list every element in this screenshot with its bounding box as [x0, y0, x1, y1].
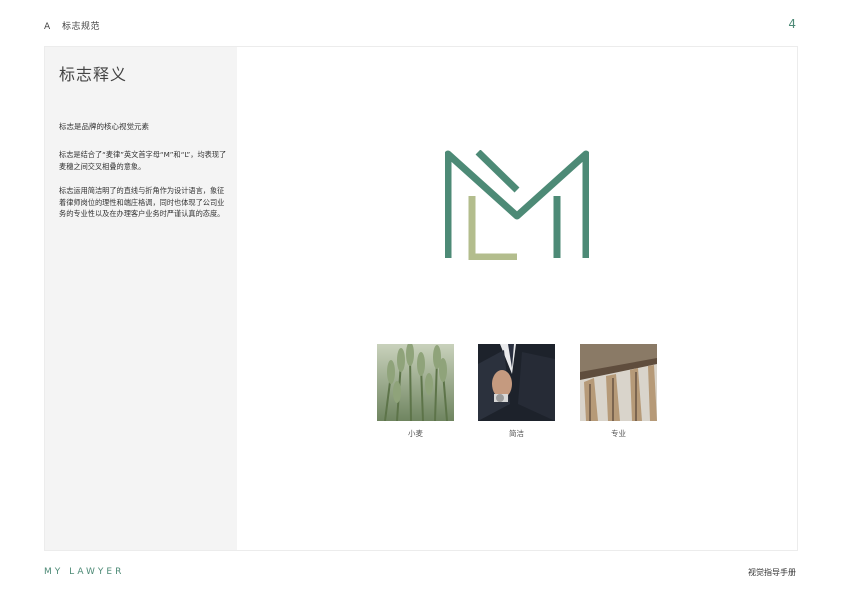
- tile-label-simple: 简洁: [509, 429, 524, 438]
- wheat-photo-icon: [377, 344, 454, 421]
- section-letter: A: [44, 22, 51, 32]
- sidebar: 标志释义 标志是品牌的核心视觉元素 标志是结合了“麦律”英文首字母“M”和“L”…: [45, 47, 237, 550]
- section-header: A 标志规范: [44, 19, 108, 32]
- sidebar-paragraph-1: 标志是结合了“麦律”英文首字母“M”和“L”，均表现了麦穗之间交叉相叠的意象。: [59, 150, 227, 171]
- content-frame: 标志释义 标志是品牌的核心视觉元素 标志是结合了“麦律”英文首字母“M”和“L”…: [44, 46, 798, 551]
- ml-logo-icon: [445, 150, 589, 260]
- tile-label-professional: 专业: [611, 429, 626, 438]
- section-title: 标志规范: [62, 22, 101, 32]
- columns-photo-icon: [580, 344, 657, 421]
- suit-photo-icon: [478, 344, 555, 421]
- brand-logo-text: MY LAWYER: [44, 567, 125, 577]
- sidebar-title: 标志释义: [59, 65, 128, 84]
- page-number: 4: [788, 17, 796, 31]
- sidebar-lead: 标志是品牌的核心视觉元素: [59, 122, 149, 131]
- manual-title: 视觉指导手册: [748, 568, 796, 577]
- sidebar-paragraph-2: 标志运用简洁明了的直线与折角作为设计语言，象征着律师岗位的理性和端庄格调，同时也…: [59, 186, 225, 218]
- tile-label-wheat: 小麦: [408, 429, 423, 438]
